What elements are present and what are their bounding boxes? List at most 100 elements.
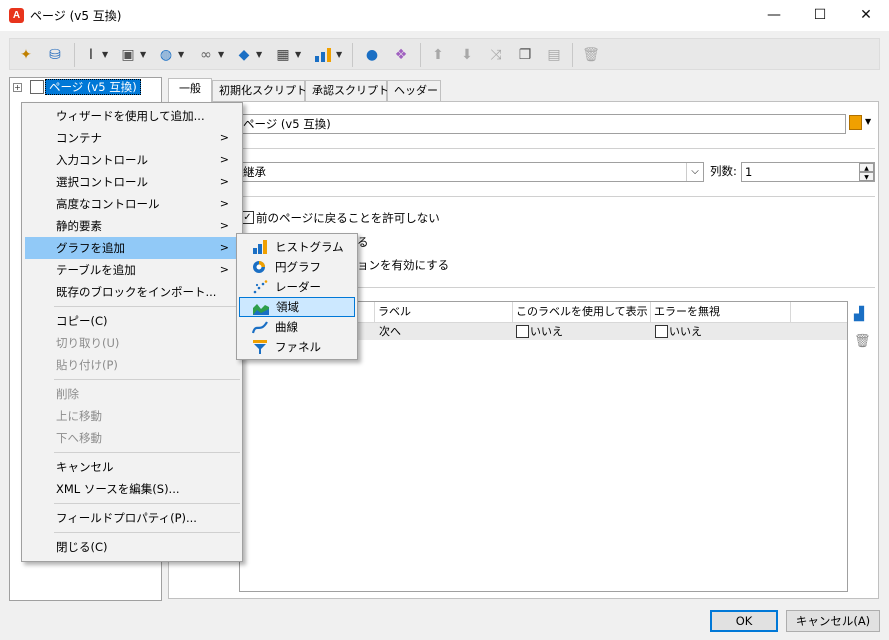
menu-item-close[interactable]: 閉じる(C) [25, 536, 239, 558]
menu-item-paste[interactable]: 貼り付け(P) [25, 354, 239, 376]
chevron-down-icon[interactable]: ▼ [256, 45, 264, 65]
copy-icon[interactable]: ❐ [515, 45, 535, 65]
database-upload-icon[interactable]: ⛁ [44, 45, 66, 65]
submenu-item-curve[interactable]: 曲線 [239, 317, 355, 337]
columns-label: 列数: [710, 164, 737, 178]
component-add-icon[interactable]: ❖ [391, 45, 411, 65]
spin-up-icon[interactable]: ▲ [859, 163, 874, 172]
submenu-item-pie-chart[interactable]: 円グラフ [239, 257, 355, 277]
field-edit-icon[interactable] [849, 115, 862, 130]
delete-icon[interactable]: 🗑 [581, 45, 601, 65]
submenu-item-funnel[interactable]: ファネル [239, 337, 355, 357]
chevron-right-icon: > [219, 131, 229, 144]
menu-item-input-controls[interactable]: 入力コントロール > [25, 149, 239, 171]
menu-item-label: ウィザードを使用して追加... [56, 109, 205, 123]
menu-item-label: コンテナ [56, 131, 102, 145]
grid-cell-checkbox[interactable] [516, 325, 529, 338]
chevron-down-icon[interactable]: ▼ [102, 45, 110, 65]
menu-item-label: 選択コントロール [56, 175, 148, 189]
cancel-button[interactable]: キャンセル(A) [786, 610, 880, 632]
grid-cell-checkbox[interactable] [655, 325, 668, 338]
user-icon[interactable]: ● [362, 45, 382, 65]
radar-icon [253, 280, 268, 294]
add-row-icon[interactable]: ▟ [854, 307, 870, 323]
tab-general[interactable]: 一般 [168, 78, 212, 102]
submenu-item-label: 円グラフ [275, 260, 321, 274]
chevron-down-icon[interactable]: ▼ [178, 45, 186, 65]
menu-separator [54, 503, 240, 504]
wand-icon[interactable]: ✦ [16, 45, 36, 65]
menu-item-move-down[interactable]: 下へ移動 [25, 427, 239, 449]
arrow-up-icon[interactable]: ⬆ [428, 45, 448, 65]
menu-item-label: コピー(C) [56, 314, 108, 328]
menu-item-label: キャンセル [56, 460, 114, 474]
close-button[interactable]: ✕ [843, 0, 889, 31]
minimize-button[interactable]: — [751, 0, 797, 31]
chart-submenu: ヒストグラム 円グラフ レーダー 領域 曲線 ファネル [236, 233, 358, 360]
menu-item-delete[interactable]: 削除 [25, 383, 239, 405]
toolbar-separator [352, 43, 353, 67]
ok-button[interactable]: OK [710, 610, 778, 632]
chevron-down-icon[interactable]: ▼ [218, 45, 226, 65]
menu-item-label: 既存のブロックをインポート... [56, 285, 217, 299]
chevron-down-icon[interactable]: ⌵ [686, 163, 703, 181]
chevron-down-icon[interactable]: ▼ [140, 45, 148, 65]
tab-header[interactable]: ヘッダー [387, 80, 441, 101]
style-select[interactable]: 継承 [239, 162, 704, 182]
spin-down-icon[interactable]: ▼ [859, 172, 874, 181]
tab-init-script[interactable]: 初期化スクリプト [212, 80, 307, 101]
curve-icon [252, 321, 268, 334]
menu-item-add-table[interactable]: テーブルを追加 > [25, 259, 239, 281]
no-back-label: 前のページに戻ることを許可しない [256, 211, 440, 225]
tree-expander[interactable]: + [13, 83, 22, 92]
table-icon[interactable]: ▦ [273, 45, 293, 65]
checkbox3-label: ョンを有効にする [357, 258, 450, 272]
shuffle-icon[interactable]: ⤨ [486, 45, 506, 65]
link-icon[interactable]: ∞ [196, 45, 216, 65]
submenu-item-label: ヒストグラム [275, 240, 344, 254]
context-menu: ウィザードを使用して追加... コンテナ > 入力コントロール > 選択コントロール… [21, 102, 243, 562]
chevron-down-icon[interactable]: ▼ [865, 117, 871, 126]
submenu-item-area[interactable]: 領域 [239, 297, 355, 317]
menu-item-add-chart[interactable]: グラフを追加 > [25, 237, 239, 259]
submenu-item-radar[interactable]: レーダー [239, 277, 355, 297]
menu-item-container[interactable]: コンテナ > [25, 127, 239, 149]
window-title: ページ (v5 互換) [30, 9, 122, 23]
label-field[interactable]: ページ (v5 互換) [239, 114, 846, 134]
grid-header-label[interactable]: ラベル [375, 302, 513, 322]
grid-header-use-label[interactable]: このラベルを使用して表示 [513, 302, 651, 322]
submenu-item-histogram[interactable]: ヒストグラム [239, 237, 355, 257]
text-cursor-icon[interactable]: Ι [82, 45, 100, 65]
menu-item-cancel[interactable]: キャンセル [25, 456, 239, 478]
checkbox2-label: る [357, 235, 369, 249]
menu-item-static-elements[interactable]: 静的要素 > [25, 215, 239, 237]
stack-icon[interactable]: ◆ [234, 45, 254, 65]
tab-approval-script[interactable]: 承認スクリプト [305, 80, 389, 101]
chevron-down-icon[interactable]: ▼ [295, 45, 303, 65]
columns-spinner[interactable]: 1 [741, 162, 875, 182]
menu-item-label: 削除 [56, 387, 79, 401]
menu-item-import-block[interactable]: 既存のブロックをインポート... [25, 281, 239, 303]
menu-item-edit-xml-source[interactable]: XML ソースを編集(S)... [25, 478, 239, 500]
menu-item-field-properties[interactable]: フィールドプロパティ(P)... [25, 507, 239, 529]
funnel-icon [253, 340, 267, 354]
menu-item-label: 静的要素 [56, 219, 102, 233]
menu-item-copy[interactable]: コピー(C) [25, 310, 239, 332]
globe-icon[interactable]: ◍ [156, 45, 176, 65]
grid-header-ignore-error[interactable]: エラーを無視 [651, 302, 791, 322]
menu-item-advanced-controls[interactable]: 高度なコントロール > [25, 193, 239, 215]
chevron-down-icon[interactable]: ▼ [336, 45, 344, 65]
tree-node-page[interactable]: ページ (v5 互換) [45, 79, 141, 95]
form-add-icon[interactable]: ▣ [118, 45, 138, 65]
paste-icon[interactable]: ▤ [544, 45, 564, 65]
delete-row-icon[interactable]: 🗑 [854, 334, 871, 350]
menu-item-cut[interactable]: 切り取り(U) [25, 332, 239, 354]
menu-separator [54, 532, 240, 533]
bar-chart-icon[interactable] [313, 45, 333, 65]
menu-item-move-up[interactable]: 上に移動 [25, 405, 239, 427]
arrow-down-icon[interactable]: ⬇ [457, 45, 477, 65]
menu-item-selection-controls[interactable]: 選択コントロール > [25, 171, 239, 193]
submenu-item-label: レーダー [275, 280, 321, 294]
maximize-button[interactable]: ☐ [797, 0, 843, 31]
menu-item-add-with-wizard[interactable]: ウィザードを使用して追加... [25, 105, 239, 127]
